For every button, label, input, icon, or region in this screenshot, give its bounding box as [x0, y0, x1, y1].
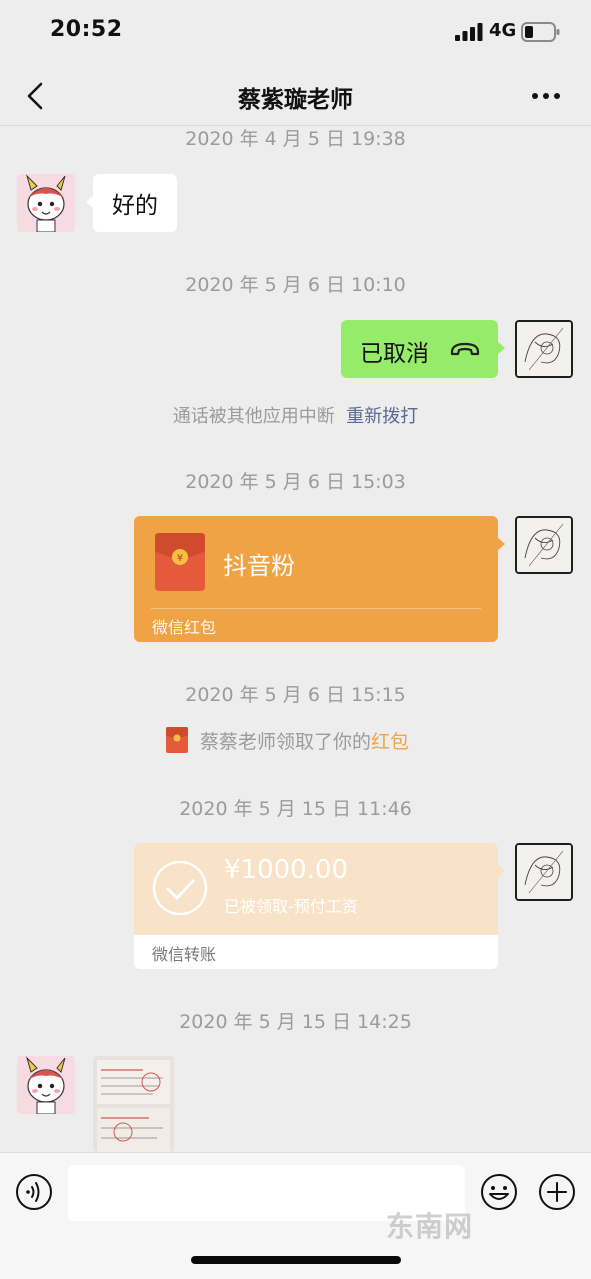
call-status-label: 已取消: [360, 341, 429, 367]
timestamp: 2020 年 5 月 6 日 15:15: [185, 684, 406, 706]
red-packet-divider: [151, 608, 481, 609]
transfer-amount: ¥1000.00: [224, 855, 349, 885]
timestamp: 2020 年 5 月 15 日 11:46: [179, 798, 412, 820]
contact-avatar[interactable]: [17, 174, 75, 232]
call-record-bubble[interactable]: 已取消: [341, 320, 505, 378]
timestamp: 2020 年 5 月 6 日 10:10: [185, 274, 406, 296]
network-label: 4G: [489, 20, 517, 41]
avatar-sketch-icon: [517, 518, 571, 572]
timestamp: 2020 年 5 月 6 日 15:03: [185, 471, 406, 493]
red-packet-symbol: ¥: [177, 553, 183, 564]
pickup-text: 蔡蔡老师领取了你的: [200, 731, 372, 753]
call-interrupted-note: 通话被其他应用中断 重新拨打: [0, 402, 591, 428]
chat-header: 蔡紫璇老师: [0, 64, 591, 126]
received-message-bubble[interactable]: 好的: [86, 174, 177, 232]
avatar-cartoon-icon: [17, 1056, 75, 1114]
redial-link[interactable]: 重新拨打: [346, 406, 418, 427]
red-packet-link[interactable]: 红包: [371, 731, 409, 753]
voice-icon[interactable]: [15, 1173, 53, 1211]
red-packet-received-note: 蔡蔡老师领取了你的红包: [200, 727, 409, 754]
status-bar: 20:52 4G: [0, 0, 591, 64]
chat-title: 蔡紫璇老师: [238, 87, 353, 113]
message-text: 好的: [112, 193, 158, 219]
home-indicator[interactable]: [191, 1256, 401, 1264]
my-avatar[interactable]: [515, 516, 573, 574]
contact-avatar[interactable]: [17, 1056, 75, 1114]
timestamp: 2020 年 5 月 15 日 14:25: [179, 1011, 412, 1033]
watermark-logo: 东南网: [386, 1210, 474, 1243]
plus-icon[interactable]: [538, 1173, 576, 1211]
signal-icon: [455, 23, 483, 41]
document-photo-icon: [93, 1056, 174, 1152]
more-icon[interactable]: [524, 78, 568, 114]
red-packet-small-icon: [166, 727, 188, 753]
red-packet-footer: 微信红包: [152, 618, 217, 637]
red-packet-title: 抖音粉: [223, 552, 295, 580]
my-avatar[interactable]: [515, 843, 573, 901]
timestamp: 2020 年 4 月 5 日 19:38: [185, 128, 406, 150]
red-packet-icon: ¥: [155, 533, 205, 591]
call-note-text: 通话被其他应用中断: [172, 406, 335, 427]
status-time: 20:52: [50, 17, 123, 42]
avatar-cartoon-icon: [17, 174, 75, 232]
check-circle-icon: [152, 860, 208, 916]
my-avatar[interactable]: [515, 320, 573, 378]
transfer-card[interactable]: ¥1000.00 已被领取-预付工资 微信转账: [134, 843, 505, 969]
image-message[interactable]: [93, 1056, 174, 1152]
avatar-sketch-icon: [517, 322, 571, 376]
transfer-footer: 微信转账: [152, 945, 217, 964]
transfer-status: 已被领取-预付工资: [224, 897, 358, 916]
red-packet-card[interactable]: ¥ 抖音粉 微信红包: [134, 516, 505, 642]
phone-hangup-icon: [450, 342, 480, 356]
avatar-sketch-icon: [517, 845, 571, 899]
emoji-icon[interactable]: [480, 1173, 518, 1211]
battery-icon: [521, 22, 560, 42]
